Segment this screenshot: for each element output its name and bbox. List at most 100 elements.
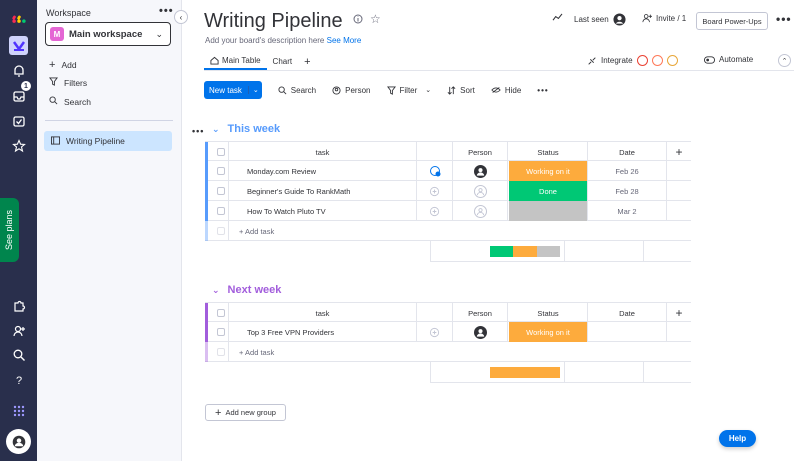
group-header-next-week[interactable]: ⌄ Next week xyxy=(212,284,281,296)
group-title[interactable]: This week xyxy=(228,123,281,135)
empty-person-icon[interactable] xyxy=(473,204,487,218)
see-more-link[interactable]: See More xyxy=(327,36,362,45)
date-cell[interactable]: Feb 28 xyxy=(588,181,667,201)
task-name[interactable]: Top 3 Free VPN Providers xyxy=(229,322,417,342)
sort-button[interactable]: Sort xyxy=(447,86,475,95)
workspace-app-icon[interactable] xyxy=(9,36,28,55)
board-title[interactable]: Writing Pipeline xyxy=(204,10,343,33)
hide-button[interactable]: Hide xyxy=(491,86,521,95)
search-icon[interactable] xyxy=(9,345,28,364)
person-cell[interactable] xyxy=(453,161,508,181)
apps-grid-icon[interactable] xyxy=(9,401,28,420)
board-description[interactable]: Add your board's description here See Mo… xyxy=(205,36,361,45)
summary-row xyxy=(430,362,691,383)
row-checkbox[interactable] xyxy=(217,167,225,175)
help-icon[interactable]: ? xyxy=(9,370,28,389)
workspace-more-icon[interactable]: ••• xyxy=(159,5,174,17)
activity-icon[interactable] xyxy=(552,13,563,22)
task-name[interactable]: Beginner's Guide To RankMath xyxy=(229,181,417,201)
person-cell[interactable] xyxy=(453,322,508,342)
help-button[interactable]: Help xyxy=(719,430,756,447)
add-new-group-button[interactable]: + Add new group xyxy=(205,404,286,421)
puzzle-icon[interactable] xyxy=(9,296,28,315)
column-header-status[interactable]: Status xyxy=(509,142,588,162)
select-all-checkbox[interactable] xyxy=(217,148,225,156)
add-update-icon[interactable] xyxy=(417,161,453,181)
status-cell[interactable]: Done xyxy=(509,181,588,201)
group-header-this-week[interactable]: ⌄ This week xyxy=(212,123,280,135)
add-task-row[interactable]: + Add task xyxy=(205,342,691,362)
add-task-row[interactable]: + Add task xyxy=(205,221,691,241)
new-task-button[interactable]: New task ⌄ xyxy=(204,81,262,99)
tab-chart[interactable]: Chart xyxy=(267,57,299,66)
group-more-icon[interactable]: ••• xyxy=(192,126,204,136)
person-cell[interactable] xyxy=(453,201,508,221)
star-icon[interactable] xyxy=(9,136,28,155)
collapse-header-button[interactable]: ⌃ xyxy=(778,54,791,67)
chevron-down-icon[interactable]: ⌄ xyxy=(212,285,220,296)
person-cell[interactable] xyxy=(453,181,508,201)
add-update-icon[interactable] xyxy=(417,201,453,221)
column-header-status[interactable]: Status xyxy=(509,303,588,323)
add-view-button[interactable]: + xyxy=(298,56,316,68)
info-icon[interactable] xyxy=(353,14,363,27)
select-all-checkbox[interactable] xyxy=(217,309,225,317)
plus-icon: + xyxy=(215,406,222,419)
column-header-person[interactable]: Person xyxy=(453,303,508,323)
person-avatar[interactable] xyxy=(473,325,487,339)
status-cell[interactable]: Working on it xyxy=(509,322,588,342)
status-cell[interactable]: Working on it xyxy=(509,161,588,181)
toolbar-more-icon[interactable]: ••• xyxy=(537,86,548,95)
row-checkbox[interactable] xyxy=(217,207,225,215)
bell-icon[interactable] xyxy=(9,61,28,80)
add-update-icon[interactable] xyxy=(417,322,453,342)
sidebar-board-writing-pipeline[interactable]: Writing Pipeline xyxy=(44,131,172,151)
chevron-down-icon[interactable]: ⌄ xyxy=(212,124,220,135)
tab-main-table[interactable]: Main Table xyxy=(204,53,267,70)
row-checkbox[interactable] xyxy=(217,328,225,336)
task-name[interactable]: Monday.com Review xyxy=(229,161,417,181)
date-cell[interactable]: Feb 26 xyxy=(588,161,667,181)
column-header-task[interactable]: task xyxy=(229,303,417,323)
board-more-icon[interactable]: ••• xyxy=(776,12,792,26)
add-column-button[interactable]: + xyxy=(667,303,691,323)
last-seen-button[interactable]: Last seen xyxy=(574,13,626,26)
chevron-down-icon[interactable]: ⌄ xyxy=(425,86,431,94)
add-column-button[interactable]: + xyxy=(667,142,691,162)
monday-logo-icon[interactable] xyxy=(9,9,28,28)
person-avatar[interactable] xyxy=(473,164,487,178)
my-work-icon[interactable] xyxy=(9,111,28,130)
column-header-date[interactable]: Date xyxy=(588,303,667,323)
see-plans-button[interactable]: See plans xyxy=(0,198,19,262)
integrate-button[interactable]: Integrate xyxy=(587,55,678,66)
task-name[interactable]: How To Watch Pluto TV xyxy=(229,201,417,221)
automate-button[interactable]: Automate xyxy=(704,55,753,64)
search-button[interactable]: Search xyxy=(278,86,316,95)
date-cell[interactable]: Mar 2 xyxy=(588,201,667,221)
chevron-down-icon[interactable]: ⌄ xyxy=(247,86,259,94)
user-avatar[interactable] xyxy=(6,429,31,454)
add-task-label[interactable]: + Add task xyxy=(229,221,669,241)
eye-hidden-icon xyxy=(491,87,501,93)
sidebar-item-add[interactable]: + Add xyxy=(49,59,77,71)
filter-button[interactable]: Filter ⌄ xyxy=(386,86,431,95)
group-title[interactable]: Next week xyxy=(228,284,282,296)
add-update-icon[interactable] xyxy=(417,181,453,201)
sidebar-item-filters[interactable]: Filters xyxy=(49,77,87,88)
date-cell[interactable] xyxy=(588,322,667,342)
person-filter-button[interactable]: Person xyxy=(332,86,371,95)
invite-member-icon[interactable] xyxy=(9,321,28,340)
column-header-person[interactable]: Person xyxy=(453,142,508,162)
board-power-ups-button[interactable]: Board Power-Ups xyxy=(696,12,768,30)
plus-icon: + xyxy=(49,59,56,71)
invite-button[interactable]: Invite / 1 xyxy=(642,13,686,23)
favorite-star-icon[interactable]: ☆ xyxy=(370,12,381,26)
empty-person-icon[interactable] xyxy=(473,184,487,198)
row-checkbox[interactable] xyxy=(217,187,225,195)
column-header-task[interactable]: task xyxy=(229,142,417,162)
workspace-selector[interactable]: M Main workspace ⌄ xyxy=(45,22,171,46)
column-header-date[interactable]: Date xyxy=(588,142,667,162)
add-task-label[interactable]: + Add task xyxy=(229,342,669,362)
status-cell[interactable] xyxy=(509,201,588,221)
sidebar-item-search[interactable]: Search xyxy=(49,96,91,107)
